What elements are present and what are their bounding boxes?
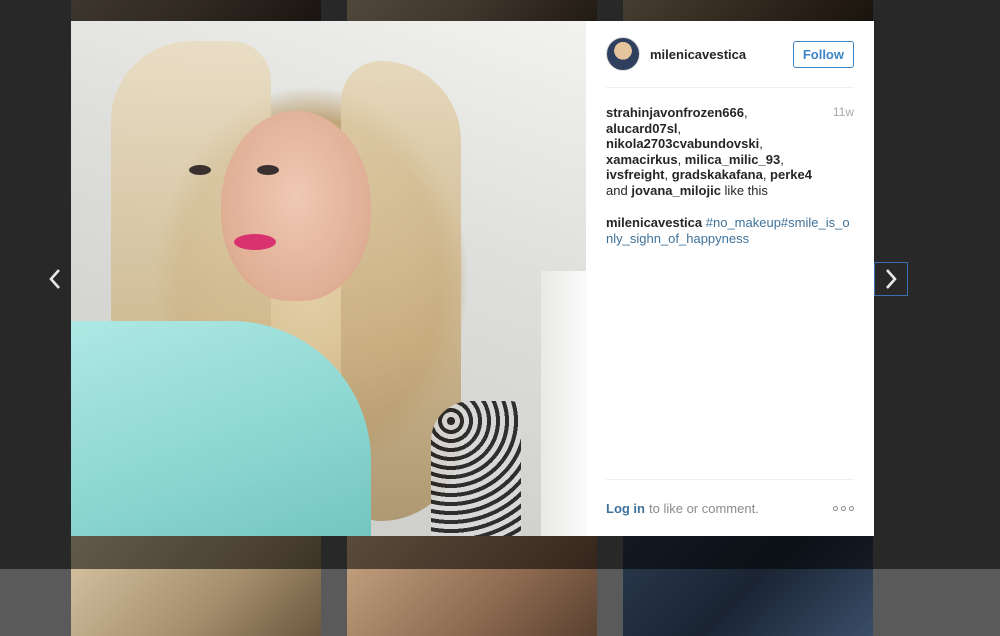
post-timestamp[interactable]: 11w (833, 105, 854, 198)
post-header: milenicavestica Follow (606, 21, 854, 88)
liker-link[interactable]: alucard07sl (606, 121, 678, 136)
caption-username[interactable]: milenicavestica (606, 215, 702, 230)
follow-button[interactable]: Follow (792, 40, 854, 68)
more-options-icon[interactable] (833, 505, 854, 511)
likes-suffix: like this (724, 182, 768, 198)
post-modal: milenicavestica Follow strahinjavonfroze… (71, 21, 874, 536)
previous-post-button[interactable] (38, 262, 72, 296)
login-prompt: to like or comment. (649, 500, 759, 516)
login-link[interactable]: Log in (606, 501, 645, 516)
liker-link[interactable]: milica_milic_93 (685, 152, 780, 167)
liker-link[interactable]: gradskakafana (672, 167, 763, 182)
post-sidebar: milenicavestica Follow strahinjavonfroze… (586, 21, 874, 536)
post-username[interactable]: milenicavestica (650, 47, 746, 62)
likes-text: strahinjavonfrozen666, alucard07sl, niko… (606, 105, 812, 198)
post-photo (71, 21, 586, 536)
post-caption: milenicavestica #no_makeup#smile_is_only… (606, 215, 851, 246)
likes-section: strahinjavonfrozen666, alucard07sl, niko… (606, 105, 854, 198)
chevron-right-icon (886, 269, 897, 289)
liker-link[interactable]: xamacirkus (606, 152, 678, 167)
post-footer: Log in to like or comment. (606, 479, 854, 536)
likes-and: and (606, 182, 628, 198)
liker-link[interactable]: strahinjavonfrozen666 (606, 105, 744, 120)
liker-link[interactable]: perke4 (770, 167, 812, 182)
liker-link[interactable]: nikola2703cvabundovski (606, 136, 759, 151)
liker-link[interactable]: jovana_milojic (631, 183, 721, 198)
liker-link[interactable]: ivsfreight (606, 167, 665, 182)
chevron-left-icon (49, 269, 60, 289)
avatar[interactable] (606, 37, 640, 71)
next-post-button[interactable] (874, 262, 908, 296)
